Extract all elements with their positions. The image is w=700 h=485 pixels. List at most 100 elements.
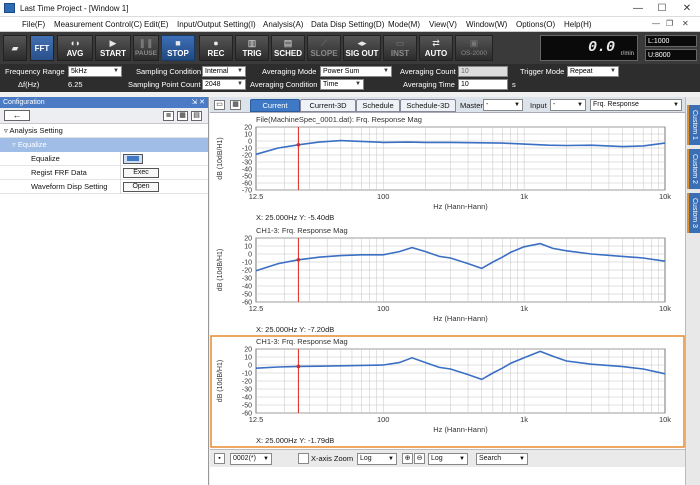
grid-view-icon[interactable]: ▦: [177, 111, 188, 121]
chevron-down-icon: ▼: [459, 456, 465, 462]
lower-limit: L:1000: [645, 35, 697, 47]
menu-analysis[interactable]: Analysis(A): [263, 20, 303, 29]
configuration-header: Configuration ⇲ ✕: [0, 97, 208, 108]
averaging-time-input[interactable]: 10: [458, 79, 508, 90]
split-layout-icon[interactable]: ▦: [230, 100, 241, 110]
condition-bar: Frequency Range 5kHz ▼ Δf(Hz) 6.25 Sampli…: [0, 64, 700, 92]
single-layout-icon[interactable]: ▭: [214, 100, 225, 110]
y-tick-label: -50: [242, 403, 252, 410]
menu-mode[interactable]: Mode(M): [388, 20, 420, 29]
mdi-close-button[interactable]: ✕: [682, 19, 689, 28]
auto-button[interactable]: ⇄ AUTO: [419, 35, 453, 61]
trigger-mode-label: Trigger Mode: [520, 67, 565, 76]
averaging-mode-select[interactable]: Power Sum ▼: [320, 66, 392, 77]
y-scale-select[interactable]: Log ▼: [428, 453, 468, 465]
minimize-button[interactable]: —: [626, 0, 650, 17]
search-select[interactable]: Search ▼: [476, 453, 528, 465]
exec-button[interactable]: Exec: [123, 168, 159, 178]
regist-frf-row: Regist FRF Data Exec: [0, 166, 208, 180]
open-button[interactable]: Open: [123, 182, 159, 192]
close-button[interactable]: ✕: [675, 0, 699, 17]
trig-button[interactable]: ▥ TRIG: [235, 35, 269, 61]
y-tick-label: 0: [248, 363, 252, 370]
menu-options[interactable]: Options(O): [516, 20, 555, 29]
master-select[interactable]: - ▼: [483, 99, 523, 111]
menu-measurement-control[interactable]: Measurement Control(C): [54, 20, 142, 29]
x-tick-label: 12.5: [249, 192, 264, 201]
x-scale-select[interactable]: Log ▼: [357, 453, 397, 465]
rpm-display: 0.0 r/min: [540, 35, 638, 61]
stop-button[interactable]: ■ STOP: [161, 35, 195, 61]
x-tick-label: 100: [377, 192, 390, 201]
menu-file[interactable]: File(F): [22, 20, 45, 29]
x-tick-label: 12.5: [249, 415, 264, 424]
home-button[interactable]: ▰: [3, 35, 27, 61]
y-tick-label: -40: [242, 395, 252, 402]
detail-view-icon[interactable]: ▤: [191, 111, 202, 121]
device-icon: ▰: [11, 43, 19, 53]
menu-edit[interactable]: Edit(E): [144, 20, 168, 29]
inst-button[interactable]: ▭ INST: [383, 35, 417, 61]
x-zoom-checkbox[interactable]: [298, 453, 309, 464]
mdi-minimize-button[interactable]: —: [652, 19, 660, 28]
avg-button[interactable]: ◖◗ AVG: [57, 35, 93, 61]
tab-current-3d[interactable]: Current-3D: [300, 99, 356, 112]
fft-mode-button[interactable]: FFT: [30, 35, 54, 61]
sampling-condition-select[interactable]: Internal ▼: [202, 66, 246, 77]
pause-button[interactable]: ❚❚ PAUSE: [133, 35, 159, 61]
section-analysis-setting[interactable]: ▿ Analysis Setting: [0, 124, 208, 138]
maximize-button[interactable]: ☐: [650, 0, 674, 17]
y-tick-label: -40: [242, 167, 252, 174]
mdi-restore-button[interactable]: ❐: [666, 19, 673, 28]
averaging-condition-select[interactable]: Time ▼: [320, 79, 364, 90]
sampling-point-select[interactable]: 2048 ▼: [202, 79, 246, 90]
graph-title: CH1-3: Frq. Response Mag: [256, 226, 348, 235]
chevron-down-icon: ▼: [113, 68, 119, 74]
menu-data-disp-setting[interactable]: Data Disp Setting(D): [311, 20, 384, 29]
graph-title: CH1-3: Frq. Response Mag: [256, 337, 348, 346]
sig-out-button[interactable]: ◂▸ SIG OUT: [343, 35, 381, 61]
input-select[interactable]: - ▼: [550, 99, 586, 111]
waveform-disp-label: Waveform Disp Setting: [31, 182, 108, 191]
tab-schedule-3d[interactable]: Schedule-3D: [400, 99, 456, 112]
zoom-out-icon[interactable]: ⊖: [414, 453, 425, 464]
tab-schedule[interactable]: Schedule: [356, 99, 400, 112]
graph-title: File(MachineSpec_0001.dat): Frq. Respons…: [256, 115, 422, 124]
x-axis-label: Hz (Hann-Hann): [433, 314, 488, 323]
function-select[interactable]: Frq. Response ▼: [590, 99, 682, 111]
x-axis-label: Hz (Hann-Hann): [433, 425, 488, 434]
instrument-icon: ▭: [395, 38, 405, 48]
save-icon[interactable]: ▪: [214, 453, 225, 464]
signal-out-icon: ◂▸: [357, 38, 367, 48]
subsection-equalize[interactable]: ▿ Equalize: [0, 138, 208, 152]
start-button[interactable]: ▶ START: [95, 35, 131, 61]
tab-custom-3[interactable]: Custom 3: [687, 193, 700, 233]
menu-window[interactable]: Window(W): [466, 20, 507, 29]
list-view-icon[interactable]: ≣: [163, 111, 174, 121]
master-label: Master: [460, 101, 483, 110]
menu-help[interactable]: Help(H): [564, 20, 592, 29]
sched-button[interactable]: ▤ SCHED: [271, 35, 305, 61]
rpm-unit: r/min: [620, 51, 634, 57]
page-select[interactable]: 0002(*) ▼: [230, 453, 272, 465]
zoom-in-icon[interactable]: ⊕: [402, 453, 413, 464]
menu-io-setting[interactable]: Input/Output Setting(I): [177, 20, 256, 29]
tab-custom-1[interactable]: Custom 1: [687, 105, 700, 145]
averaging-count-input[interactable]: 10: [458, 66, 508, 77]
equalize-toggle[interactable]: [123, 154, 143, 164]
x-tick-label: 10k: [659, 304, 671, 313]
os-2000-button[interactable]: ▣ OS-2000: [455, 35, 493, 61]
trigger-mode-select[interactable]: Repeat ▼: [567, 66, 619, 77]
tab-current[interactable]: Current: [250, 99, 300, 112]
tab-custom-2[interactable]: Custom 2: [687, 149, 700, 189]
chevron-down-icon: ▼: [519, 456, 525, 462]
pane-pin-close-icons[interactable]: ⇲ ✕: [191, 97, 205, 108]
back-button[interactable]: ←: [4, 110, 30, 121]
rec-button[interactable]: ● REC: [199, 35, 233, 61]
freq-range-select[interactable]: 5kHz ▼: [68, 66, 122, 77]
averaging-condition-label: Averaging Condition: [250, 80, 318, 89]
sampling-condition-label: Sampling Condition: [136, 67, 202, 76]
chevron-down-icon: ▼: [383, 68, 389, 74]
slope-button[interactable]: ⟋ SLOPE: [307, 35, 341, 61]
menu-view[interactable]: View(V): [429, 20, 457, 29]
